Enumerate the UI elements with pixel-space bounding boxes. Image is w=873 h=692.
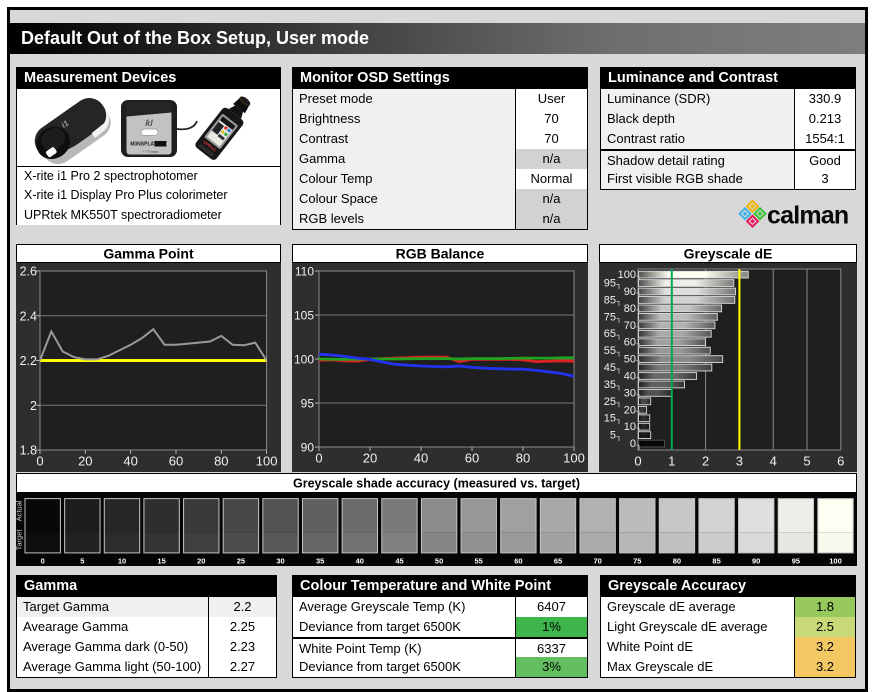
svg-text:25: 25 (237, 556, 245, 565)
svg-text:95: 95 (604, 278, 616, 290)
svg-text:50: 50 (624, 354, 636, 366)
svg-text:1: 1 (668, 454, 675, 469)
svg-text:20: 20 (78, 454, 92, 469)
svg-text:100: 100 (563, 451, 585, 466)
svg-text:Greyscale dE: Greyscale dE (684, 246, 773, 262)
svg-text:55: 55 (604, 345, 616, 357)
svg-text:30: 30 (624, 387, 636, 399)
svg-text:2: 2 (30, 399, 37, 413)
svg-text:80: 80 (624, 303, 636, 315)
svg-text:75: 75 (604, 311, 616, 323)
svg-text:20: 20 (624, 404, 636, 416)
svg-text:5: 5 (80, 556, 84, 565)
svg-text:25: 25 (604, 396, 616, 408)
svg-text:5: 5 (803, 454, 810, 469)
svg-text:40: 40 (123, 454, 137, 469)
svg-text:○ x-rite ▬▬: ○ x-rite ▬▬ (140, 150, 159, 154)
svg-text:Actual: Actual (16, 500, 24, 521)
svg-text:100: 100 (256, 454, 278, 469)
svg-text:30: 30 (276, 556, 284, 565)
svg-text:70: 70 (594, 556, 602, 565)
svg-text:2: 2 (702, 454, 709, 469)
svg-text:0: 0 (36, 454, 43, 469)
svg-text:0: 0 (315, 451, 322, 466)
svg-text:40: 40 (356, 556, 364, 565)
svg-text:ƙl: ƙl (145, 118, 153, 128)
svg-text:10: 10 (118, 556, 126, 565)
svg-text:2.4: 2.4 (20, 309, 37, 323)
svg-text:90: 90 (624, 286, 636, 298)
svg-text:85: 85 (712, 556, 720, 565)
svg-text:Target: Target (16, 529, 24, 551)
svg-text:0: 0 (41, 556, 45, 565)
svg-text:40: 40 (624, 371, 636, 383)
svg-text:10: 10 (624, 421, 636, 433)
svg-text:3: 3 (736, 454, 743, 469)
svg-text:20: 20 (197, 556, 205, 565)
svg-text:35: 35 (316, 556, 324, 565)
svg-text:100: 100 (294, 353, 314, 367)
svg-text:60: 60 (169, 454, 183, 469)
svg-text:2.2: 2.2 (20, 354, 37, 368)
svg-text:80: 80 (673, 556, 681, 565)
svg-text:100: 100 (829, 556, 842, 565)
svg-text:65: 65 (554, 556, 562, 565)
svg-text:4: 4 (770, 454, 777, 469)
svg-text:0: 0 (634, 454, 641, 469)
svg-text:20: 20 (363, 451, 377, 466)
svg-text:15: 15 (157, 556, 165, 565)
svg-text:60: 60 (465, 451, 479, 466)
svg-text:45: 45 (604, 362, 616, 374)
svg-text:calman: calman (767, 202, 848, 230)
svg-text:95: 95 (301, 397, 315, 411)
svg-text:1.8: 1.8 (20, 444, 37, 458)
svg-text:95: 95 (792, 556, 800, 565)
svg-text:85: 85 (604, 294, 616, 306)
svg-text:5: 5 (610, 430, 616, 442)
svg-text:90: 90 (752, 556, 760, 565)
svg-text:100: 100 (618, 269, 636, 281)
svg-text:90: 90 (301, 441, 315, 455)
svg-text:15: 15 (604, 413, 616, 425)
svg-text:60: 60 (624, 337, 636, 349)
svg-text:2.6: 2.6 (20, 265, 37, 279)
svg-text:6: 6 (837, 454, 844, 469)
svg-text:40: 40 (414, 451, 428, 466)
svg-text:RGB Balance: RGB Balance (396, 246, 485, 262)
svg-text:70: 70 (624, 320, 636, 332)
svg-text:105: 105 (294, 309, 314, 323)
svg-text:0: 0 (630, 438, 636, 450)
svg-text:65: 65 (604, 328, 616, 340)
svg-text:55: 55 (475, 556, 483, 565)
svg-text:45: 45 (395, 556, 403, 565)
svg-text:80: 80 (516, 451, 530, 466)
svg-text:50: 50 (435, 556, 443, 565)
svg-text:60: 60 (514, 556, 522, 565)
svg-text:110: 110 (295, 265, 314, 279)
svg-text:35: 35 (604, 379, 616, 391)
svg-text:Gamma Point: Gamma Point (103, 246, 194, 262)
svg-text:Greyscale shade accuracy (meas: Greyscale shade accuracy (measured vs. t… (293, 477, 580, 491)
svg-text:80: 80 (214, 454, 228, 469)
svg-text:75: 75 (633, 556, 641, 565)
